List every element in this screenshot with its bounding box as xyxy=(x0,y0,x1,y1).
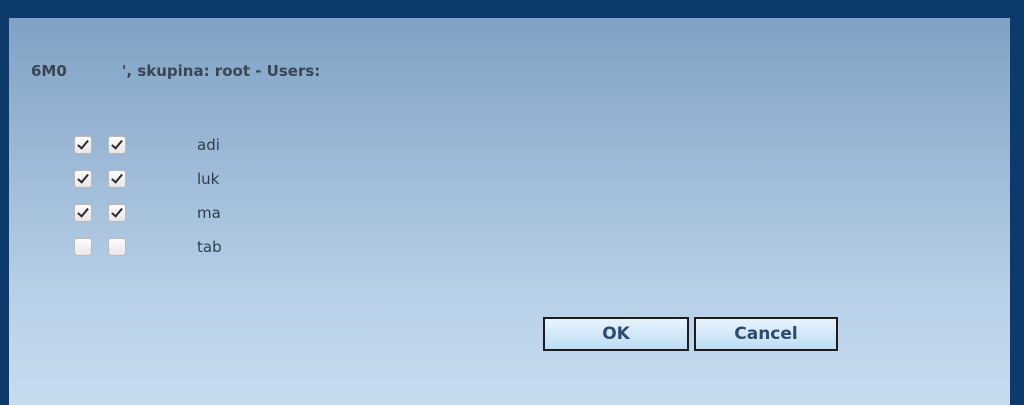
user-name: tab xyxy=(197,238,222,256)
user-checkbox-secondary[interactable] xyxy=(108,136,126,154)
user-name: luk xyxy=(197,170,220,188)
title-prefix: 6M0 xyxy=(31,62,67,80)
user-checkbox-primary[interactable] xyxy=(74,136,92,154)
user-checkbox-primary[interactable] xyxy=(74,204,92,222)
user-checkbox-secondary[interactable] xyxy=(108,170,126,188)
ok-button[interactable]: OK xyxy=(543,317,689,351)
cancel-button[interactable]: Cancel xyxy=(694,317,838,351)
permissions-dialog: 6M0 ', skupina: root - Users: adi luk ma tab… xyxy=(9,18,1010,405)
user-checkbox-primary[interactable] xyxy=(74,238,92,256)
user-name: ma xyxy=(197,204,221,222)
user-name: adi xyxy=(197,136,220,154)
dialog-title: 6M0 ', skupina: root - Users: xyxy=(31,62,320,80)
user-checkbox-secondary[interactable] xyxy=(108,238,126,256)
title-suffix: ', skupina: root - Users: xyxy=(121,62,321,80)
window-frame: 6M0 ', skupina: root - Users: adi luk ma tab… xyxy=(0,0,1024,405)
user-checkbox-primary[interactable] xyxy=(74,170,92,188)
user-checkbox-secondary[interactable] xyxy=(108,204,126,222)
